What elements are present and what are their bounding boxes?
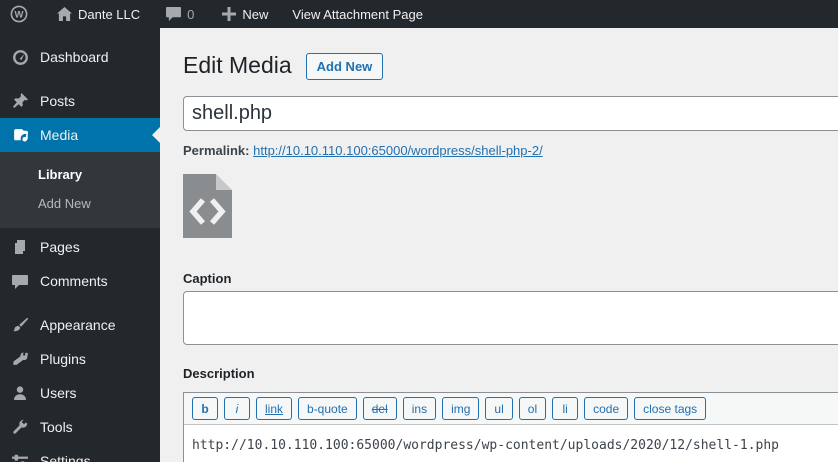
comments-icon [10, 274, 30, 289]
quicktag-ul-button[interactable]: ul [485, 397, 513, 420]
sidebar-item-media[interactable]: Media [0, 118, 160, 152]
home-icon [57, 7, 72, 21]
add-new-button[interactable]: Add New [305, 52, 384, 80]
comment-bubble-icon [166, 7, 182, 21]
quicktag-italic-button[interactable]: i [224, 397, 250, 420]
quicktag-ins-button[interactable]: ins [402, 397, 437, 420]
user-icon [10, 385, 30, 401]
current-menu-arrow [152, 127, 160, 143]
submenu-item-add-new[interactable]: Add New [0, 189, 160, 218]
sidebar-item-dashboard[interactable]: Dashboard [0, 40, 160, 74]
sidebar-item-label: Users [40, 385, 77, 401]
sidebar-item-pages[interactable]: Pages [0, 230, 160, 264]
sidebar-item-label: Tools [40, 419, 73, 435]
attachment-preview [183, 174, 232, 238]
menu-separator [0, 74, 160, 84]
sidebar-item-label: Posts [40, 93, 76, 109]
permalink-row: Permalink: http://10.10.110.100:65000/wo… [183, 143, 838, 158]
sidebar-item-comments[interactable]: Comments [0, 264, 160, 298]
site-name-label: Dante LLC [78, 6, 141, 22]
sidebar-item-settings[interactable]: Settings [0, 444, 160, 462]
svg-text:W: W [15, 9, 24, 20]
new-content-menu[interactable]: New [211, 0, 279, 28]
wordpress-logo-menu[interactable]: W [0, 0, 38, 28]
page-title: Edit Media [183, 52, 292, 79]
paintbrush-icon [10, 317, 30, 334]
quicktag-ol-button[interactable]: ol [518, 397, 547, 420]
plugin-icon [10, 351, 30, 367]
site-name-menu[interactable]: Dante LLC [46, 0, 151, 28]
wordpress-logo-icon: W [10, 5, 28, 23]
sidebar-item-label: Appearance [40, 317, 116, 333]
admin-bar: W Dante LLC 0 New View Attachment Page [0, 0, 838, 28]
plus-icon [222, 7, 237, 21]
sliders-icon [10, 453, 30, 462]
sidebar-item-label: Dashboard [40, 49, 109, 65]
quicktag-link-button[interactable]: link [256, 397, 293, 420]
admin-sidebar: Dashboard Posts Media Library Add New Pa… [0, 28, 160, 462]
sidebar-item-posts[interactable]: Posts [0, 84, 160, 118]
submenu-item-library[interactable]: Library [0, 160, 160, 189]
description-label: Description [183, 366, 255, 381]
sidebar-item-plugins[interactable]: Plugins [0, 342, 160, 376]
comments-menu[interactable]: 0 [155, 0, 205, 28]
wrench-icon [10, 419, 30, 435]
quicktag-code-button[interactable]: code [584, 397, 629, 420]
sidebar-item-label: Settings [40, 453, 91, 462]
quicktag-img-button[interactable]: img [442, 397, 480, 420]
dashboard-gauge-icon [10, 49, 30, 66]
sidebar-item-label: Pages [40, 239, 80, 255]
media-icon [10, 127, 30, 144]
sidebar-item-label: Media [40, 127, 79, 143]
pages-icon [10, 239, 30, 255]
media-submenu: Library Add New [0, 152, 160, 228]
permalink-label: Permalink: [183, 143, 250, 158]
quicktags-toolbar: b i link b-quote del ins img ul ol li co… [184, 393, 838, 425]
edit-media-page: Edit Media Add New Permalink: http://10.… [160, 28, 838, 462]
comments-count: 0 [187, 6, 195, 22]
code-file-icon [183, 174, 232, 238]
quicktag-bquote-button[interactable]: b-quote [298, 397, 357, 420]
sidebar-item-tools[interactable]: Tools [0, 410, 160, 444]
sidebar-item-label: Plugins [40, 351, 86, 367]
sidebar-item-appearance[interactable]: Appearance [0, 308, 160, 342]
quicktag-closetags-button[interactable]: close tags [634, 397, 707, 420]
description-editor: b i link b-quote del ins img ul ol li co… [183, 392, 838, 462]
quicktag-bold-button[interactable]: b [192, 397, 218, 420]
quicktag-li-button[interactable]: li [552, 397, 579, 420]
quicktag-del-button[interactable]: del [362, 397, 397, 420]
new-label: New [242, 6, 269, 22]
permalink-link[interactable]: http://10.10.110.100:65000/wordpress/she… [253, 143, 543, 158]
view-attachment-page-label: View Attachment Page [292, 6, 423, 22]
pushpin-icon [10, 93, 30, 109]
description-textarea[interactable]: http://10.10.110.100:65000/wordpress/wp-… [184, 425, 838, 462]
view-attachment-page-link[interactable]: View Attachment Page [281, 0, 434, 28]
sidebar-item-users[interactable]: Users [0, 376, 160, 410]
media-title-input[interactable] [183, 96, 838, 131]
sidebar-item-label: Comments [40, 273, 108, 289]
menu-separator [0, 298, 160, 308]
caption-label: Caption [183, 271, 232, 286]
caption-textarea[interactable] [183, 291, 838, 345]
